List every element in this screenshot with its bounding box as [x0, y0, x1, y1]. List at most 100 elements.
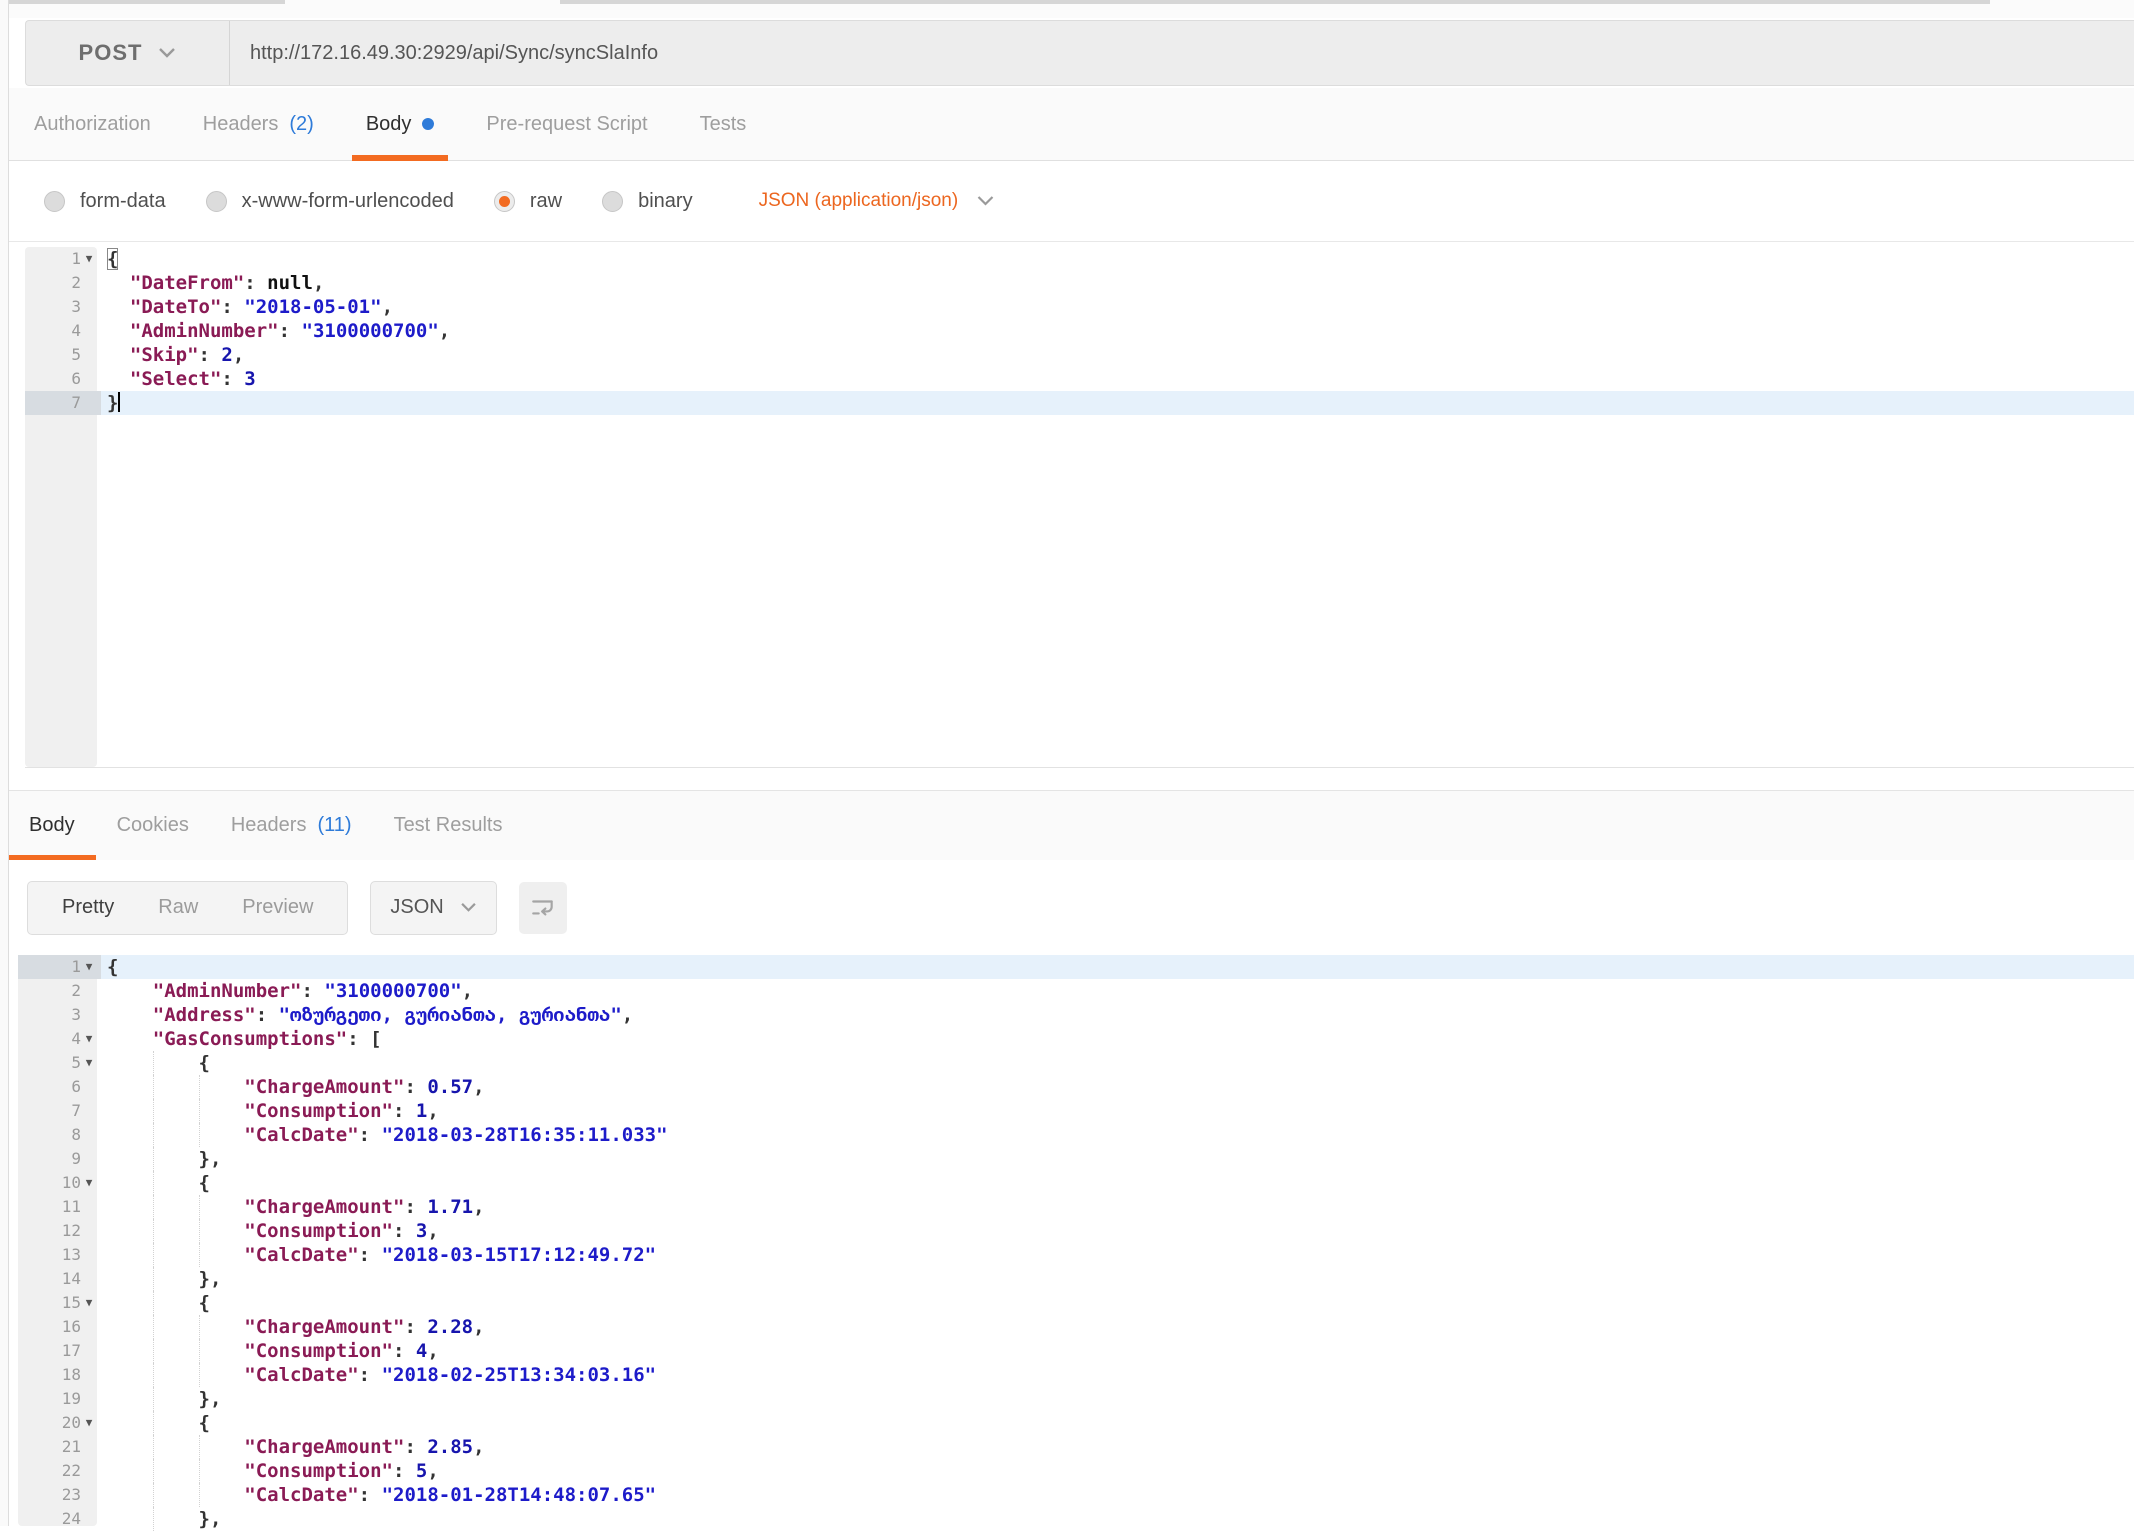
tab-pre-request-script[interactable]: Pre-request Script: [460, 88, 673, 160]
token-p: :: [404, 1436, 427, 1458]
indent-guide: [199, 1075, 200, 1099]
line-number[interactable]: 21▼: [18, 1435, 101, 1459]
content-type-dropdown[interactable]: JSON (application/json): [759, 190, 996, 212]
line-number[interactable]: 1▼: [18, 955, 101, 979]
indent-guide: [153, 1339, 154, 1363]
response-tab-headers[interactable]: Headers(11): [210, 791, 373, 860]
line-number[interactable]: 17▼: [18, 1339, 101, 1363]
tab-headers[interactable]: Headers(2): [177, 88, 340, 160]
line-number[interactable]: 5▼: [25, 343, 101, 367]
line-number[interactable]: 23▼: [18, 1483, 101, 1507]
url-builder: POST http://172.16.49.30:2929/api/Sync/s…: [25, 20, 2134, 86]
code-text: {: [101, 1291, 2134, 1315]
http-method-dropdown[interactable]: POST: [26, 21, 230, 85]
line-number-text: 3: [71, 295, 81, 319]
token-k: "CalcDate": [244, 1484, 358, 1506]
fold-caret-icon[interactable]: ▼: [81, 955, 97, 979]
line-number[interactable]: 20▼: [18, 1411, 101, 1435]
fold-caret-icon[interactable]: ▼: [81, 1411, 97, 1435]
token-n: 4: [416, 1340, 427, 1362]
body-type-radio-form-data[interactable]: form-data: [44, 190, 166, 213]
response-body-viewer[interactable]: 1▼{2▼ "AdminNumber": "3100000700",3▼ "Ad…: [18, 955, 2134, 1526]
line-number[interactable]: 5▼: [18, 1051, 101, 1075]
line-number-text: 14: [62, 1267, 81, 1291]
code-text: "CalcDate": "2018-03-15T17:12:49.72": [101, 1243, 2134, 1267]
code-tokens: "Consumption": 3,: [107, 1220, 439, 1242]
line-number[interactable]: 15▼: [18, 1291, 101, 1315]
line-number[interactable]: 19▼: [18, 1387, 101, 1411]
body-type-row: form-data x-www-form-urlencoded raw binary J…: [0, 161, 2134, 242]
token-p: ,: [427, 1340, 438, 1362]
chevron-down-icon: [460, 902, 477, 913]
code-tokens: "CalcDate": "2018-03-28T16:35:11.033": [107, 1124, 668, 1146]
body-type-radio-binary[interactable]: binary: [602, 190, 692, 213]
view-button-raw[interactable]: Raw: [136, 896, 220, 919]
line-number[interactable]: 6▼: [25, 367, 101, 391]
line-number[interactable]: 10▼: [18, 1171, 101, 1195]
token-k: "DateTo": [130, 296, 222, 318]
token-p: :: [301, 980, 324, 1002]
line-number[interactable]: 1▼: [25, 247, 101, 271]
code-line: 4▼ "GasConsumptions": [: [18, 1027, 2134, 1051]
fold-caret-icon[interactable]: ▼: [81, 1291, 97, 1315]
line-number[interactable]: 3▼: [18, 1003, 101, 1027]
line-number[interactable]: 16▼: [18, 1315, 101, 1339]
response-tabs: BodyCookiesHeaders(11)Test Results: [8, 790, 2134, 861]
response-tab-cookies[interactable]: Cookies: [96, 791, 210, 860]
code-line: 7▼}: [25, 391, 2134, 415]
body-type-radio-x-www-form-urlencoded[interactable]: x-www-form-urlencoded: [206, 190, 454, 213]
token-p: :: [393, 1220, 416, 1242]
line-number[interactable]: 4▼: [18, 1027, 101, 1051]
response-toolbar: PrettyRawPreview JSON: [8, 860, 2134, 955]
tab-authorization[interactable]: Authorization: [8, 88, 177, 160]
indent-guide: [153, 1483, 154, 1507]
fold-caret-icon[interactable]: ▼: [81, 1171, 97, 1195]
code-tokens: },: [107, 1508, 221, 1530]
code-line: 15▼ {: [18, 1291, 2134, 1315]
fold-caret-icon[interactable]: ▼: [81, 1027, 97, 1051]
line-number[interactable]: 14▼: [18, 1267, 101, 1291]
line-number[interactable]: 2▼: [18, 979, 101, 1003]
line-number[interactable]: 8▼: [18, 1123, 101, 1147]
response-language-label: JSON: [390, 896, 443, 919]
request-body-editor[interactable]: 1▼{2▼ "DateFrom": null,3▼ "DateTo": "201…: [25, 247, 2134, 768]
token-p: },: [199, 1508, 222, 1530]
line-number[interactable]: 7▼: [25, 391, 101, 415]
wrap-text-button[interactable]: [519, 882, 567, 934]
line-number[interactable]: 24▼: [18, 1507, 101, 1531]
code-tokens: {: [107, 1172, 210, 1194]
line-number[interactable]: 9▼: [18, 1147, 101, 1171]
line-number[interactable]: 12▼: [18, 1219, 101, 1243]
tab-bar-edge-segment: [560, 0, 1990, 4]
line-number[interactable]: 4▼: [25, 319, 101, 343]
response-language-dropdown[interactable]: JSON: [370, 881, 496, 935]
body-type-radio-raw[interactable]: raw: [494, 190, 562, 213]
tab-tests[interactable]: Tests: [674, 88, 773, 160]
fold-caret-icon[interactable]: ▼: [81, 247, 97, 271]
code-tokens: "ChargeAmount": 2.28,: [107, 1316, 485, 1338]
line-number[interactable]: 11▼: [18, 1195, 101, 1219]
response-tab-test-results[interactable]: Test Results: [373, 791, 524, 860]
line-number-text: 17: [62, 1339, 81, 1363]
indent-guide: [153, 1219, 154, 1243]
token-s: "2018-01-28T14:48:07.65": [382, 1484, 657, 1506]
response-tab-body[interactable]: Body: [8, 791, 96, 860]
line-number[interactable]: 3▼: [25, 295, 101, 319]
line-number[interactable]: 2▼: [25, 271, 101, 295]
url-input[interactable]: http://172.16.49.30:2929/api/Sync/syncSl…: [230, 21, 2134, 85]
tab-label: Tests: [700, 113, 747, 136]
tab-body[interactable]: Body: [340, 88, 461, 160]
line-number[interactable]: 13▼: [18, 1243, 101, 1267]
line-number[interactable]: 6▼: [18, 1075, 101, 1099]
view-button-preview[interactable]: Preview: [220, 896, 335, 919]
line-number[interactable]: 22▼: [18, 1459, 101, 1483]
view-button-pretty[interactable]: Pretty: [40, 896, 136, 919]
indent-guide: [199, 1315, 200, 1339]
code-tokens: "GasConsumptions": [: [107, 1028, 382, 1050]
token-p: :: [244, 272, 267, 294]
line-number[interactable]: 18▼: [18, 1363, 101, 1387]
fold-caret-icon[interactable]: ▼: [81, 1051, 97, 1075]
line-number[interactable]: 7▼: [18, 1099, 101, 1123]
code-text: "Consumption": 5,: [101, 1459, 2134, 1483]
indent-guide: [153, 1195, 154, 1219]
